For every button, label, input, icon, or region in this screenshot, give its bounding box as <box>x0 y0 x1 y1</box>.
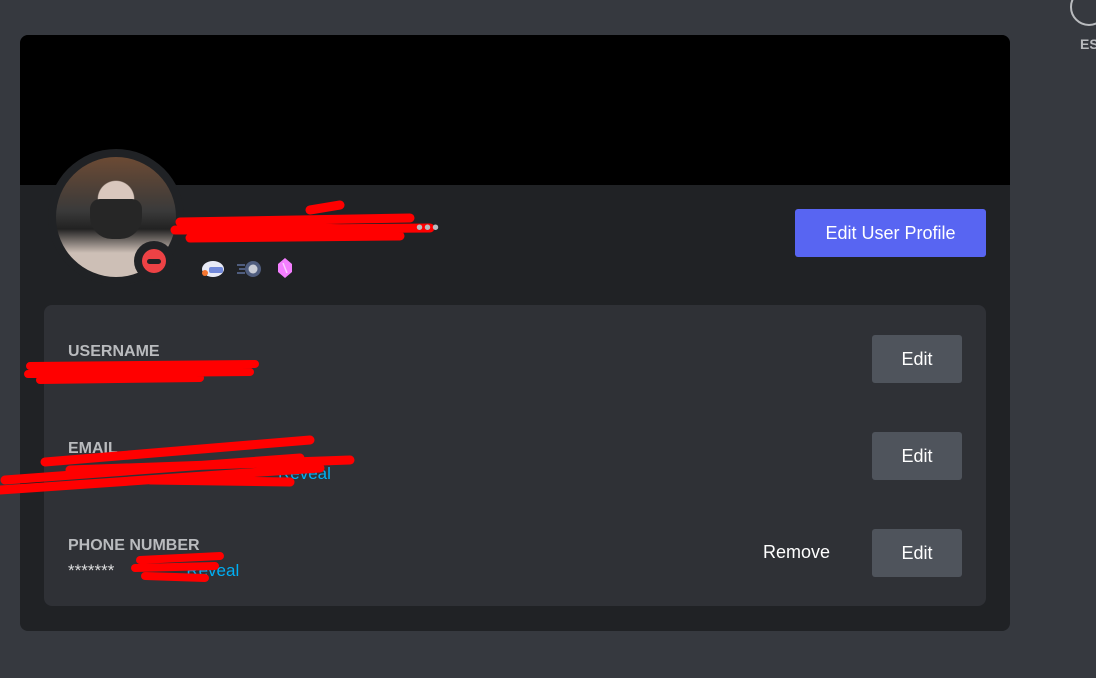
email-row: EMAIL Reveal Edit <box>68 432 962 492</box>
dnd-status-icon <box>134 241 174 281</box>
hypesquad-icon[interactable] <box>200 257 226 279</box>
remove-phone-button[interactable]: Remove <box>757 541 836 564</box>
profile-banner <box>20 35 1010 185</box>
more-icon[interactable]: ••• <box>416 217 440 240</box>
username-row: USERNAME Edit <box>68 335 962 395</box>
username-label: USERNAME <box>68 343 160 360</box>
close-label: ESC <box>1080 36 1096 52</box>
badge-list <box>200 257 298 279</box>
phone-row: PHONE NUMBER ******* Reveal Remove Edit <box>68 529 962 589</box>
edit-user-profile-button[interactable]: Edit User Profile <box>795 209 986 257</box>
boost-gem-icon[interactable] <box>272 257 298 279</box>
reveal-email-link[interactable]: Reveal <box>278 464 331 483</box>
edit-username-button[interactable]: Edit <box>872 335 962 383</box>
avatar[interactable] <box>48 149 184 285</box>
username-redaction <box>170 200 435 243</box>
account-info-panel: USERNAME Edit EMAIL Reveal Edit PHONE NU… <box>44 305 986 606</box>
user-profile-card: ••• Edit User Profile USERNAME Edit EMAI… <box>20 35 1010 631</box>
reveal-phone-link[interactable]: Reveal <box>186 561 239 580</box>
edit-phone-button[interactable]: Edit <box>872 529 962 577</box>
phone-masked: ******* <box>68 561 115 580</box>
email-label: EMAIL <box>68 440 118 457</box>
edit-email-button[interactable]: Edit <box>872 432 962 480</box>
nitro-icon[interactable] <box>236 257 262 279</box>
close-icon[interactable] <box>1070 0 1096 26</box>
